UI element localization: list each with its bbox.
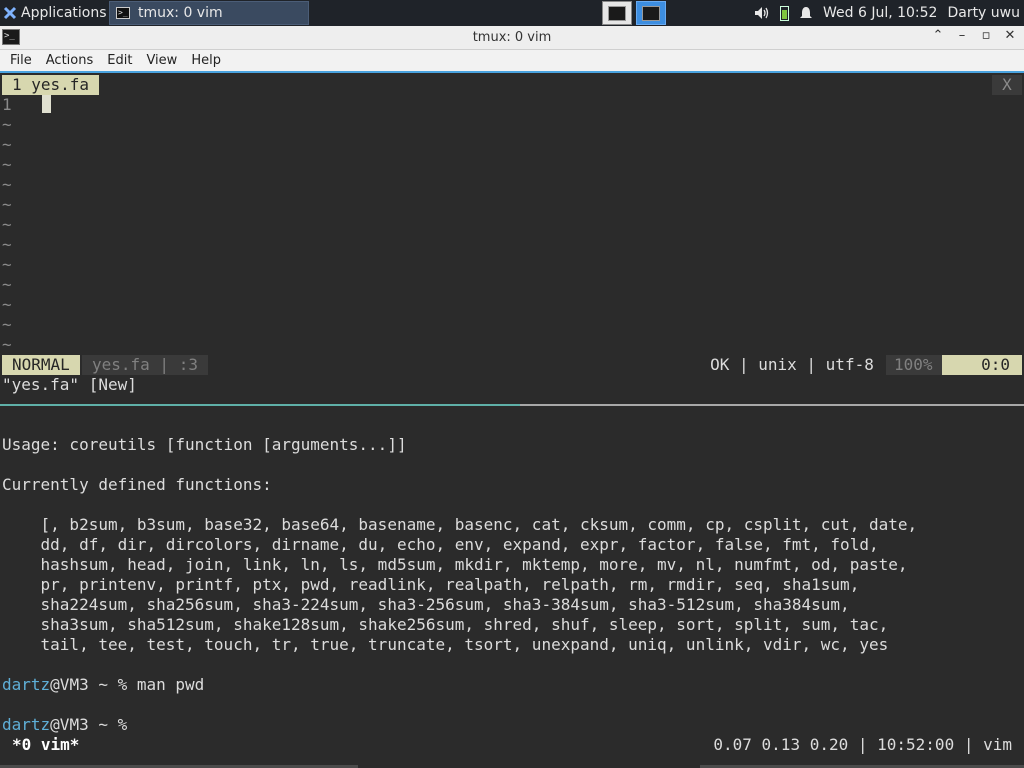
vim-tilde-line: ~ — [2, 235, 12, 254]
tmux-pane-divider[interactable] — [0, 404, 1024, 406]
shade-up-icon[interactable]: ⌃ — [930, 28, 946, 43]
functions-line: tail, tee, test, touch, tr, true, trunca… — [2, 635, 889, 654]
volume-icon[interactable] — [754, 6, 770, 20]
system-tray: Wed 6 Jul, 10:52 Darty uwu — [754, 0, 1024, 26]
top-panel: Applications >_ tmux: 0 vim Wed 6 Jul, 1… — [0, 0, 1024, 26]
vim-file-segment: yes.fa | :3 — [82, 355, 208, 375]
vim-tilde-line: ~ — [2, 275, 12, 294]
usage-line: Usage: coreutils [function [arguments...… — [2, 435, 407, 454]
vim-tab-close[interactable]: X — [992, 75, 1022, 95]
vim-tilde-line: ~ — [2, 215, 12, 234]
vim-tilde-line: ~ — [2, 135, 12, 154]
functions-line: pr, printenv, printf, ptx, pwd, readlink… — [2, 575, 860, 594]
menu-help[interactable]: Help — [184, 53, 228, 68]
functions-line: sha224sum, sha256sum, sha3-224sum, sha3-… — [2, 595, 850, 614]
line-number: 1 — [2, 95, 12, 114]
vim-cursor-position: 0:0 — [942, 355, 1022, 375]
vim-tabline: 1 yes.fa X — [0, 75, 1024, 95]
vim-tilde-line: ~ — [2, 335, 12, 354]
close-icon[interactable]: ✕ — [1002, 28, 1018, 43]
notification-bell-icon[interactable] — [799, 6, 813, 20]
vim-tab-active[interactable]: 1 yes.fa — [2, 75, 100, 95]
window-title: tmux: 0 vim — [472, 30, 552, 45]
functions-header: Currently defined functions: — [2, 475, 272, 494]
vim-tilde-line: ~ — [2, 175, 12, 194]
functions-line: dd, df, dir, dircolors, dirname, du, ech… — [2, 535, 879, 554]
workspace-1[interactable] — [602, 1, 632, 25]
menu-edit[interactable]: Edit — [100, 53, 139, 68]
user-menu[interactable]: Darty uwu — [947, 5, 1020, 21]
tmux-status-info: 0.07 0.13 0.20 | 10:52:00 | vim — [713, 735, 1012, 754]
taskbar-button-tmux[interactable]: >_ tmux: 0 vim — [109, 1, 309, 25]
vim-tilde-line: ~ — [2, 155, 12, 174]
divider-inactive-segment — [520, 404, 1024, 406]
tmux-window-label[interactable]: *0 vim* — [12, 735, 79, 755]
prompt-username: dartz — [2, 715, 51, 734]
window-controls: ⌃ – ▫ ✕ — [930, 28, 1018, 43]
workspace-preview-icon — [608, 5, 626, 21]
vim-mode: NORMAL — [2, 355, 80, 375]
shell-prompt-line: dartz@VM3 ~ % man pwd — [2, 675, 204, 695]
window-titlebar: >_ tmux: 0 vim ⌃ – ▫ ✕ — [0, 26, 1024, 50]
functions-line: [, b2sum, b3sum, base32, base64, basenam… — [2, 515, 918, 534]
functions-line: sha3sum, sha512sum, shake128sum, shake25… — [2, 615, 889, 634]
vim-tilde-line: ~ — [2, 295, 12, 314]
xfce-logo-icon — [3, 6, 17, 20]
maximize-icon[interactable]: ▫ — [978, 28, 994, 43]
minimize-icon[interactable]: – — [954, 28, 970, 43]
clock[interactable]: Wed 6 Jul, 10:52 — [823, 5, 937, 21]
menu-file[interactable]: File — [3, 53, 39, 68]
terminal-icon: >_ — [116, 7, 130, 19]
applications-label: Applications — [21, 5, 107, 21]
workspace-preview-icon — [642, 5, 660, 21]
vim-tilde-line: ~ — [2, 115, 12, 134]
vim-tilde-line: ~ — [2, 315, 12, 334]
prompt-input[interactable]: @VM3 ~ % — [50, 715, 137, 734]
shell-prompt-line[interactable]: dartz@VM3 ~ % — [2, 715, 137, 735]
vim-tilde-line: ~ — [2, 255, 12, 274]
vim-cursor — [42, 95, 51, 113]
menubar: File Actions Edit View Help — [0, 50, 1024, 73]
prompt-username: dartz — [2, 675, 51, 694]
functions-line: hashsum, head, join, link, ln, ls, md5su… — [2, 555, 908, 574]
terminal-area[interactable]: 1 yes.fa X 1 ~ ~ ~ ~ ~ ~ ~ ~ ~ ~ ~ ~ NORMAL yes.fa … — [0, 73, 1024, 768]
vim-tilde-line: ~ — [2, 195, 12, 214]
menu-view[interactable]: View — [139, 53, 184, 68]
menu-actions[interactable]: Actions — [39, 53, 101, 68]
tmux-statusbar: *0 vim* 0.07 0.13 0.20 | 10:52:00 | vim — [0, 735, 1024, 755]
prompt-command: @VM3 ~ % man pwd — [50, 675, 205, 694]
vim-statusline: NORMAL yes.fa | :3 OK | unix | utf-8 | f… — [2, 355, 1022, 375]
divider-active-segment — [0, 404, 520, 406]
applications-menu[interactable]: Applications — [0, 0, 108, 26]
battery-icon[interactable] — [779, 5, 789, 21]
taskbar-button-label: tmux: 0 vim — [138, 5, 223, 21]
vim-percent: 100% — [886, 355, 942, 375]
workspace-2[interactable] — [636, 1, 666, 25]
vim-message: "yes.fa" [New] — [2, 375, 137, 394]
